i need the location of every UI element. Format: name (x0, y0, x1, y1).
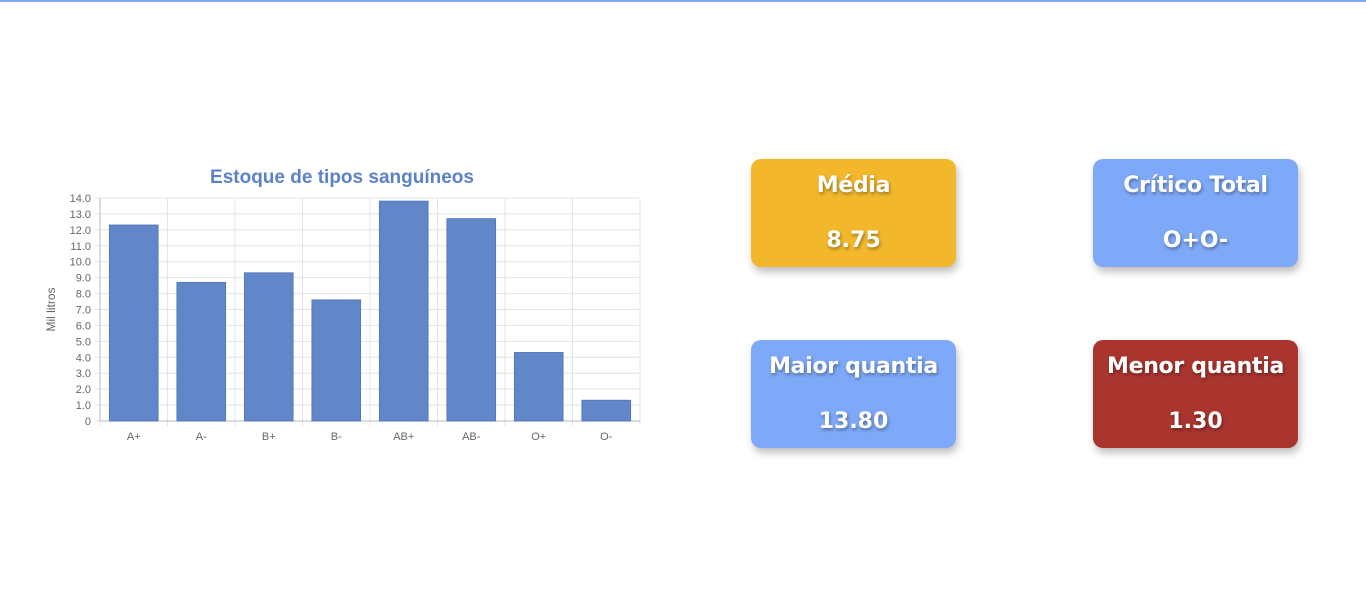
y-tick-label: 14.0 (70, 193, 91, 205)
card-media: Média 8.75 (751, 159, 956, 267)
bar-B-[interactable] (311, 299, 362, 422)
bar-AB-[interactable] (446, 218, 497, 422)
bar-chart-svg: Estoque de tipos sanguíneos Mil litros 0… (44, 167, 641, 443)
y-tick-label: 8.0 (76, 289, 91, 301)
top-accent-line (0, 0, 1366, 2)
card-media-title: Média (816, 173, 891, 198)
y-tick-label: 6.0 (76, 320, 91, 332)
y-tick-label: 7.0 (76, 305, 91, 317)
y-tick-label: 11.0 (70, 241, 91, 253)
card-critico-title: Crítico Total (1123, 173, 1268, 198)
x-tick-label: A- (196, 431, 207, 443)
y-tick-label: 4.0 (76, 352, 91, 364)
card-critico-total: Crítico Total O+O- (1093, 159, 1298, 267)
card-maior-value: 13.80 (818, 409, 889, 434)
bar-O-[interactable] (581, 399, 632, 422)
y-axis-label: Mil litros (44, 288, 58, 332)
x-tick-label: O+ (531, 431, 546, 443)
x-tick-label: AB+ (393, 431, 414, 443)
card-menor-title: Menor quantia (1106, 354, 1285, 379)
bar-A-[interactable] (176, 281, 227, 422)
x-tick-label: B+ (262, 431, 276, 443)
x-tick-label: AB- (462, 431, 481, 443)
card-critico-value: O+O- (1162, 228, 1229, 253)
y-tick-label: 12.0 (70, 225, 91, 237)
card-menor-value: 1.30 (1168, 409, 1223, 434)
y-tick-label: 1.0 (76, 400, 91, 412)
x-tick-label: A+ (127, 431, 141, 443)
y-tick-labels: 0 1.0 2.0 3.0 4.0 5.0 6.0 7.0 8.0 9.0 10.0 11.0 12.0… (70, 193, 91, 428)
card-maior-title: Maior quantia (769, 354, 938, 379)
bar-A+[interactable] (108, 224, 159, 422)
card-menor-quantia: Menor quantia 1.30 (1093, 340, 1298, 448)
y-tick-label: 0 (85, 416, 91, 428)
y-tick-label: 2.0 (76, 384, 91, 396)
blood-stock-chart: Estoque de tipos sanguíneos Mil litros 0… (40, 160, 650, 460)
y-tick-label: 10.0 (70, 257, 91, 269)
card-maior-quantia: Maior quantia 13.80 (751, 340, 956, 448)
y-tick-label: 5.0 (76, 336, 91, 348)
chart-title: Estoque de tipos sanguíneos (210, 167, 474, 188)
bar-O+[interactable] (513, 352, 564, 422)
x-tick-label: O- (600, 431, 613, 443)
bar-AB+[interactable] (378, 200, 429, 422)
bar-B+[interactable] (243, 272, 294, 422)
x-tick-label: B- (331, 431, 342, 443)
y-tick-label: 9.0 (76, 273, 91, 285)
x-tick-labels: A+ A- B+ B- AB+ AB- O+ O- (127, 431, 613, 443)
y-tick-label: 13.0 (70, 209, 91, 221)
y-tick-label: 3.0 (76, 368, 91, 380)
card-media-value: 8.75 (826, 228, 881, 253)
